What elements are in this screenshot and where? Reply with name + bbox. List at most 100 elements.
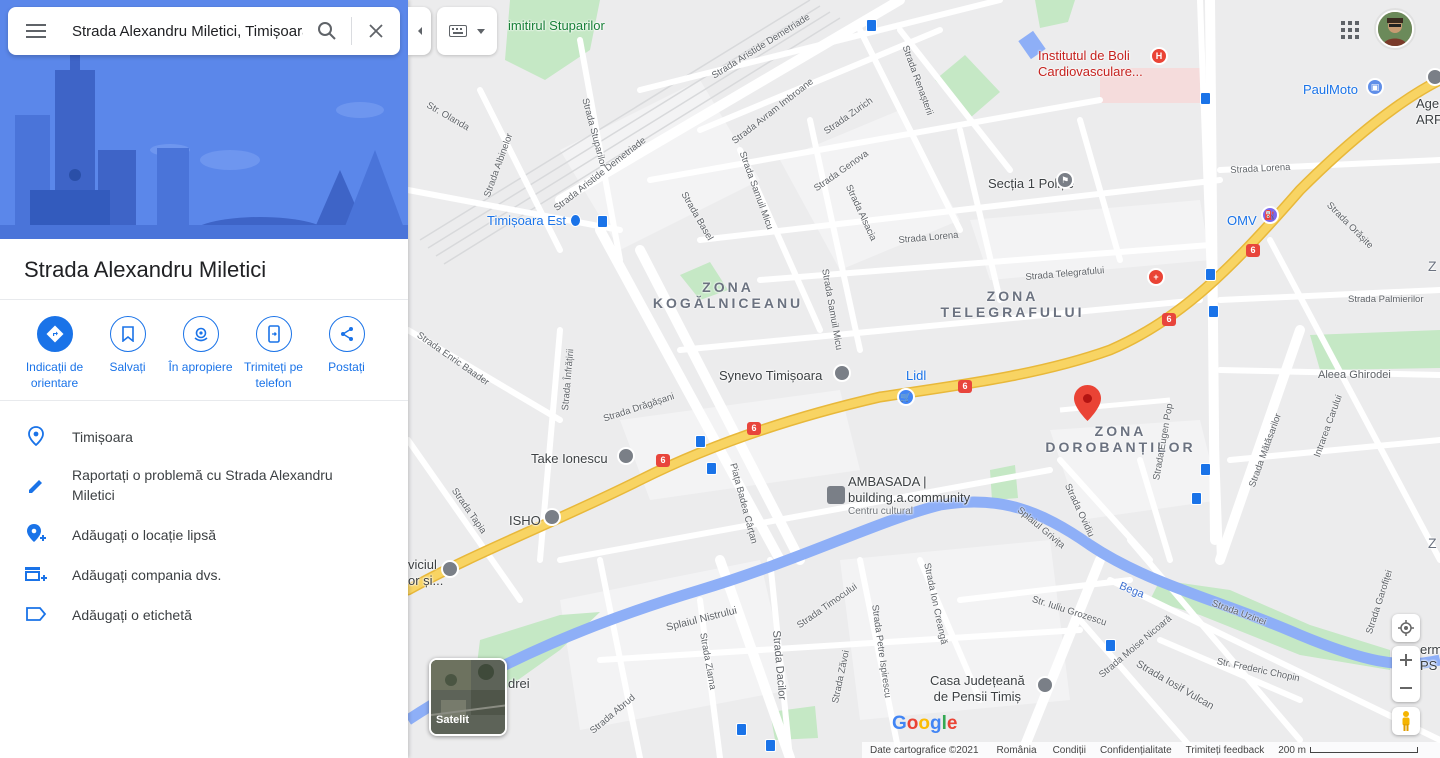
- poi-institut-label[interactable]: Institutul de Boli Cardiovasculare...: [1038, 48, 1143, 80]
- my-location-button[interactable]: [1392, 614, 1420, 642]
- street-view-pegman-button[interactable]: [1392, 707, 1420, 735]
- plus-icon: [1400, 654, 1412, 666]
- museum-pin-icon[interactable]: [617, 447, 635, 465]
- shopping-cart-pin-icon[interactable]: 🛒: [897, 388, 915, 406]
- district-label-kogalniceanu: ZONA KOGĂLNICEANU: [652, 279, 804, 311]
- bus-stop-icon[interactable]: [1200, 463, 1211, 476]
- poi-casa-label[interactable]: Casa Județeană de Pensii Timiș: [930, 673, 1025, 705]
- input-tools-button[interactable]: [437, 7, 497, 55]
- poi-edrei-label[interactable]: drei: [508, 676, 530, 692]
- info-row-locality[interactable]: Timișoara: [0, 416, 408, 456]
- privacy-link[interactable]: Confidențialitate: [1100, 745, 1172, 756]
- police-pin-icon[interactable]: ⚑: [1056, 171, 1074, 189]
- bus-stop-icon[interactable]: [695, 435, 706, 448]
- info-row-report-problem[interactable]: Raportați o problemă cu Strada Alexandru…: [0, 458, 408, 514]
- poi-cimitir-label[interactable]: imitirul Stuparilor: [508, 18, 605, 34]
- hospital-pin-icon[interactable]: H: [1150, 47, 1168, 65]
- selected-location-pin-icon[interactable]: [1074, 385, 1101, 421]
- poi-lidl-label[interactable]: Lidl: [906, 368, 926, 384]
- shop-pin-icon[interactable]: ▣: [1366, 78, 1384, 96]
- share-label: Postați: [328, 360, 365, 374]
- poi-paulmoto-label[interactable]: PaulMoto: [1303, 82, 1358, 98]
- country-link[interactable]: România: [997, 745, 1037, 756]
- info-locality-text: Timișoara: [72, 429, 133, 445]
- info-row-add-label[interactable]: Adăugați o etichetă: [0, 594, 408, 634]
- maps-app: ZONA KOGĂLNICEANU ZONA TELEGRAFULUI ZONA…: [0, 0, 1440, 758]
- account-avatar[interactable]: [1376, 10, 1414, 48]
- info-list: Timișoara Raportați o problemă cu Strada…: [0, 416, 408, 634]
- bus-stop-icon[interactable]: [765, 739, 776, 752]
- map-copyright: Date cartografice ©2021: [870, 744, 979, 756]
- poi-ambasada-label[interactable]: AMBASADA | building.a.community: [848, 474, 970, 506]
- info-row-add-business[interactable]: Adăugați compania dvs.: [0, 554, 408, 594]
- poi-synevo-label[interactable]: Synevo Timișoara: [719, 368, 822, 384]
- satellite-label: Satelit: [436, 714, 470, 726]
- bookmark-icon: [109, 316, 146, 352]
- route-shield: 6: [958, 380, 972, 393]
- directions-label: Indicații de orientare: [25, 360, 84, 390]
- fuel-pin-icon[interactable]: ⛽: [1261, 206, 1279, 224]
- nearby-button[interactable]: În apropiere: [164, 316, 237, 391]
- add-location-icon: [24, 522, 48, 546]
- collapse-panel-button[interactable]: [408, 7, 431, 55]
- nearby-icon: [182, 316, 219, 352]
- poi-ferm-label[interactable]: erm PS: [1420, 642, 1440, 674]
- send-to-phone-icon: [255, 316, 292, 352]
- chevron-down-icon: [477, 28, 485, 34]
- place-pin-icon[interactable]: [543, 508, 561, 526]
- poi-omv-label[interactable]: OMV: [1227, 213, 1257, 229]
- search-button[interactable]: [303, 7, 351, 55]
- avatar-image: [1378, 12, 1412, 46]
- district-label-dorobantilor: ZONA DOROBANȚILOR: [1045, 423, 1196, 455]
- pegman-icon: [1402, 711, 1410, 731]
- search-input[interactable]: Strada Alexandru Miletici, Timișoara: [64, 23, 303, 40]
- poi-agen-label[interactable]: Age ARF: [1416, 96, 1440, 128]
- poi-serviciul-label[interactable]: viciul or și...: [408, 557, 443, 589]
- zoom-in-button[interactable]: [1392, 646, 1420, 674]
- bus-stop-icon[interactable]: [1105, 639, 1116, 652]
- government-pin-icon[interactable]: [1036, 676, 1054, 694]
- service-pin-icon[interactable]: [441, 560, 459, 578]
- bus-stop-icon[interactable]: [1191, 492, 1202, 505]
- scale-label[interactable]: 200 m: [1278, 745, 1306, 756]
- send-to-phone-button[interactable]: Trimiteți pe telefon: [237, 316, 310, 391]
- edit-pencil-icon: [24, 474, 48, 498]
- save-button[interactable]: Salvați: [91, 316, 164, 391]
- info-add-business-text: Adăugați compania dvs.: [72, 567, 222, 583]
- place-title: Strada Alexandru Miletici: [24, 257, 267, 282]
- street-label: Strada Palmierilor: [1348, 294, 1424, 305]
- satellite-layer-toggle[interactable]: Satelit: [429, 658, 507, 736]
- directions-button[interactable]: Indicații de orientare: [18, 316, 91, 391]
- terms-link[interactable]: Condiții: [1053, 745, 1086, 756]
- route-shield: 6: [656, 454, 670, 467]
- train-station-icon[interactable]: [570, 214, 581, 227]
- share-button[interactable]: Postați: [310, 316, 383, 391]
- bus-stop-icon[interactable]: [706, 462, 717, 475]
- bus-stop-icon[interactable]: [1200, 92, 1211, 105]
- medical-pin-icon[interactable]: +: [1147, 268, 1165, 286]
- poi-timisoara-est-label[interactable]: Timișoara Est: [487, 213, 566, 229]
- poi-take-label[interactable]: Take Ionescu: [531, 451, 608, 467]
- bus-stop-icon[interactable]: [866, 19, 877, 32]
- lab-pin-icon[interactable]: [833, 364, 851, 382]
- menu-button[interactable]: [8, 7, 64, 55]
- bus-stop-icon[interactable]: [597, 215, 608, 228]
- info-add-label-text: Adăugați o etichetă: [72, 607, 192, 623]
- bus-stop-icon[interactable]: [1205, 268, 1216, 281]
- route-shield: 6: [1162, 313, 1176, 326]
- route-shield: 6: [1246, 244, 1260, 257]
- bus-stop-icon[interactable]: [1208, 305, 1219, 318]
- culture-center-icon[interactable]: [827, 486, 845, 504]
- apps-button[interactable]: [1340, 20, 1360, 40]
- hamburger-icon: [26, 24, 46, 38]
- poi-pin-icon[interactable]: [1426, 68, 1440, 86]
- location-pin-icon: [24, 424, 48, 448]
- clear-search-button[interactable]: [352, 7, 400, 55]
- poi-isho-label[interactable]: ISHO: [509, 513, 541, 529]
- route-shield: 6: [747, 422, 761, 435]
- info-row-add-location[interactable]: Adăugați o locație lipsă: [0, 514, 408, 554]
- bus-stop-icon[interactable]: [736, 723, 747, 736]
- keyboard-icon: [449, 25, 467, 37]
- zoom-out-button[interactable]: [1392, 674, 1420, 702]
- feedback-link[interactable]: Trimiteți feedback: [1186, 745, 1265, 756]
